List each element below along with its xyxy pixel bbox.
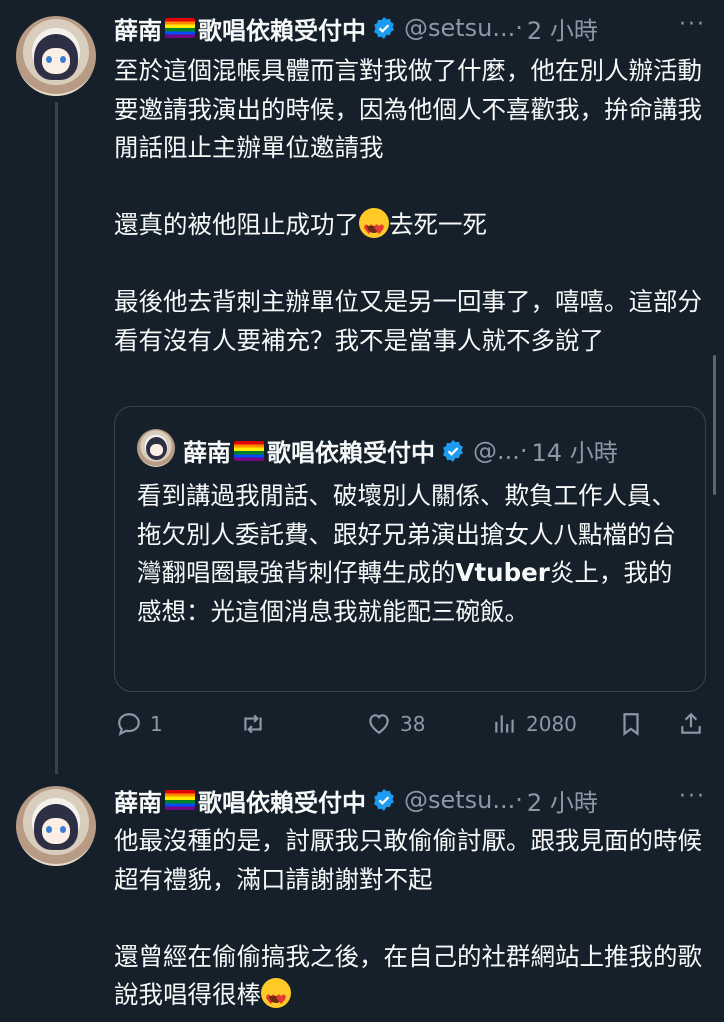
display-name-suffix[interactable]: 歌唱依賴受付中 [198, 783, 366, 818]
avatar[interactable] [16, 786, 96, 866]
heart-eyes-emoji-icon [261, 978, 291, 1021]
separator-dot: · [515, 786, 523, 814]
verified-badge-icon [443, 439, 463, 462]
tweet-paragraph: 最後他去背刺主辦單位又是另一回事了，嘻嘻。這部分看有沒有人要補充？我不是當事人就… [114, 287, 702, 355]
quoted-text: 看到講過我閒話、破壞別人關係、欺負工作人員、拖欠別人委託費、跟好兄弟演出搶女人八… [137, 481, 676, 626]
tweet-header: 薛南 歌唱依賴受付中 @setsu... · 2 小時 [114, 11, 598, 46]
timestamp[interactable]: 2 小時 [527, 783, 598, 818]
tweet-paragraph: 他最沒種的是，討厭我只敢偷偷討厭。跟我見面的時候超有禮貌，滿口請謝謝對不起 [114, 826, 702, 894]
like-count: 38 [400, 712, 426, 736]
display-name[interactable]: 薛南 [114, 783, 162, 818]
tweet-paragraph: 還真的被他阻止成功了去死一死 [114, 206, 708, 251]
handle[interactable]: @setsu... [404, 786, 515, 814]
like-button[interactable]: 38 [366, 711, 425, 737]
tweet-text: 至於這個混帳具體而言對我做了什麼，他在別人辦活動要邀請我演出的時候，因為他個人不… [114, 52, 708, 360]
handle[interactable]: @setsu... [404, 14, 515, 42]
quoted-timestamp: 14 小時 [531, 439, 618, 467]
avatar[interactable] [16, 16, 96, 96]
rainbow-flag-icon [234, 440, 264, 461]
tweet-text: 他最沒種的是，討厭我只敢偷偷討厭。跟我見面的時候超有禮貌，滿口請謝謝對不起 還曾… [114, 822, 708, 1021]
tweet-paragraph: 至於這個混帳具體而言對我做了什麼，他在別人辦活動要邀請我演出的時候，因為他個人不… [114, 56, 702, 162]
tweet-header: 薛南 歌唱依賴受付中 @setsu... · 2 小時 [114, 783, 598, 818]
views-button[interactable]: 2080 [492, 711, 577, 737]
reply-count: 1 [150, 712, 163, 736]
display-name-suffix[interactable]: 歌唱依賴受付中 [198, 11, 366, 46]
more-options-icon[interactable]: ··· [679, 784, 706, 809]
quoted-tweet[interactable]: 薛南 歌唱依賴受付中 @... · 14 小時 看到講過我閒話、破壞別人關係、欺… [114, 406, 706, 692]
bar-chart-icon [495, 715, 514, 733]
reply-button[interactable]: 1 [116, 711, 163, 737]
bookmark-button[interactable] [618, 711, 644, 737]
verified-badge-icon [374, 789, 394, 811]
rainbow-flag-icon [165, 18, 195, 38]
retweet-icon [244, 714, 262, 734]
verified-badge-icon [374, 17, 394, 39]
view-count: 2080 [526, 712, 577, 736]
tweet-actions: 1 38 2080 [114, 704, 708, 744]
tweet-paragraph: 還曾經在偷偷搞我之後，在自己的社群網站上推我的歌說我唱得很棒 [114, 938, 708, 1021]
heart-eyes-emoji-icon [359, 208, 389, 251]
heart-icon [369, 714, 389, 734]
thread-line [55, 102, 58, 774]
display-name[interactable]: 薛南 [114, 11, 162, 46]
retweet-button[interactable] [240, 711, 274, 737]
reply-icon [118, 713, 140, 736]
quoted-avatar [137, 429, 175, 467]
separator-dot: · [519, 436, 528, 465]
quoted-display-name-suffix: 歌唱依賴受付中 [267, 439, 435, 467]
share-icon [681, 712, 701, 734]
scrollbar[interactable] [713, 355, 716, 495]
separator-dot: · [515, 14, 523, 42]
share-button[interactable] [678, 711, 704, 737]
bookmark-icon [623, 713, 639, 736]
timestamp[interactable]: 2 小時 [527, 11, 598, 46]
rainbow-flag-icon [165, 790, 195, 810]
more-options-icon[interactable]: ··· [679, 12, 706, 37]
quoted-display-name: 薛南 [183, 439, 231, 467]
quoted-header: 薛南 歌唱依賴受付中 @... · 14 小時 [183, 433, 618, 468]
quoted-handle: @... [473, 436, 520, 465]
